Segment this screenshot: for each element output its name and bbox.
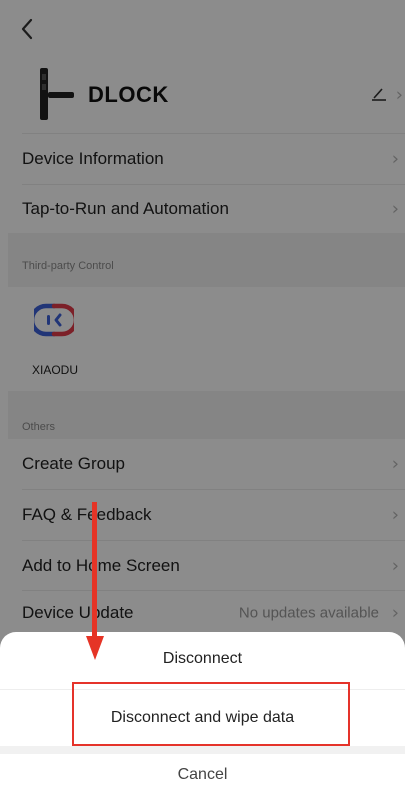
create-group-label: Create Group (22, 454, 125, 473)
door-lock-icon (40, 68, 74, 120)
device-update-row[interactable]: Device Update No updates available › (8, 591, 405, 635)
chevron-right-icon: › (395, 84, 403, 106)
create-group-row[interactable]: Create Group › (8, 439, 405, 489)
xiaodu-tile[interactable]: XIAODU (18, 297, 88, 383)
third-party-section-header: Third-party Control (8, 233, 405, 287)
xiaodu-logo-icon (34, 303, 74, 337)
device-information-row[interactable]: Device Information › (8, 134, 405, 184)
cancel-button[interactable]: Cancel (0, 766, 405, 788)
highlight-box (72, 682, 350, 746)
add-home-screen-label: Add to Home Screen (22, 555, 180, 575)
chevron-right-icon: › (391, 148, 399, 170)
device-header[interactable]: DLOCK › (8, 60, 405, 130)
add-home-screen-row[interactable]: Add to Home Screen › (8, 541, 405, 590)
xiaodu-label: XIAODU (32, 363, 79, 377)
tap-to-run-row[interactable]: Tap-to-Run and Automation › (8, 185, 405, 233)
third-party-panel: XIAODU (8, 287, 405, 391)
chevron-right-icon: › (391, 453, 399, 475)
third-party-section-title: Third-party Control (22, 260, 114, 272)
chevron-right-icon: › (391, 198, 399, 220)
pencil-icon[interactable] (370, 86, 388, 102)
others-section-header: Others (8, 391, 405, 439)
red-arrow-head-icon (86, 636, 104, 660)
chevron-right-icon: › (391, 555, 399, 576)
device-information-label: Device Information (22, 149, 164, 168)
back-icon (21, 18, 33, 40)
sheet-gap (0, 746, 405, 754)
back-button[interactable] (20, 14, 50, 44)
faq-feedback-row[interactable]: FAQ & Feedback › (8, 490, 405, 540)
screen: DLOCK › Device Information › Tap-to-Run … (0, 0, 405, 794)
disconnect-button[interactable]: Disconnect (0, 650, 405, 672)
device-update-label: Device Update (22, 603, 134, 622)
chevron-right-icon: › (391, 504, 399, 526)
device-name: DLOCK (88, 82, 169, 107)
others-section-title: Others (22, 421, 56, 433)
tap-to-run-label: Tap-to-Run and Automation (22, 199, 229, 218)
faq-feedback-label: FAQ & Feedback (22, 505, 152, 524)
red-arrow-line (92, 502, 97, 640)
chevron-right-icon: › (391, 602, 399, 624)
update-status: No updates available (238, 604, 379, 622)
